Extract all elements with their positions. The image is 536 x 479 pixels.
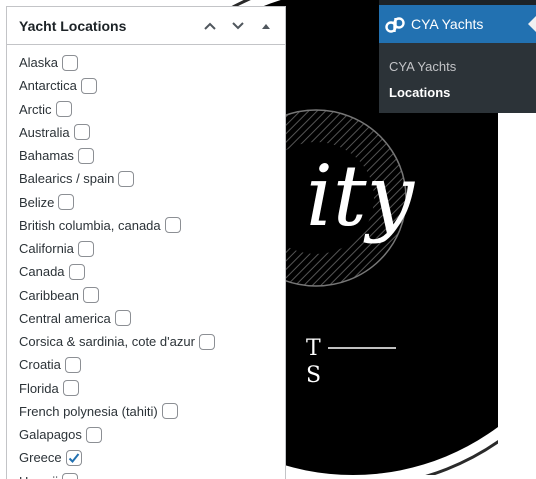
location-checkbox[interactable] — [55, 101, 72, 118]
location-label[interactable]: French polynesia (tahiti) — [19, 404, 158, 419]
chevron-down-icon — [232, 22, 244, 30]
location-checkbox[interactable] — [62, 380, 79, 397]
yacht-locations-metabox: Yacht Locations Alaska Antarctica Arctic Au… — [6, 6, 286, 479]
location-label[interactable]: Hawaii — [19, 474, 58, 479]
location-item: Bahamas — [19, 144, 285, 167]
logo-script-text: ity — [306, 147, 416, 245]
location-item: California — [19, 237, 285, 260]
location-item: Antarctica — [19, 74, 285, 97]
location-item: Canada — [19, 260, 285, 283]
location-label[interactable]: Galapagos — [19, 427, 82, 442]
location-label[interactable]: Australia — [19, 125, 70, 140]
metabox-header: Yacht Locations — [7, 7, 285, 45]
location-label[interactable]: Canada — [19, 264, 65, 279]
location-checkbox[interactable] — [118, 170, 135, 187]
location-checkbox[interactable] — [64, 356, 81, 373]
location-label[interactable]: Corsica & sardinia, cote d'azur — [19, 334, 195, 349]
location-label[interactable]: Florida — [19, 381, 59, 396]
location-item: Arctic — [19, 98, 285, 121]
location-checkbox[interactable] — [65, 449, 82, 466]
toggle-panel-button[interactable] — [253, 13, 279, 39]
location-checkbox[interactable] — [68, 263, 85, 280]
admin-submenu: CYA Yachts Locations — [379, 43, 536, 105]
admin-flyout-menu: CYA Yachts CYA Yachts Locations — [379, 5, 536, 113]
location-label[interactable]: Central america — [19, 311, 111, 326]
location-checkbox[interactable] — [77, 147, 94, 164]
location-label[interactable]: Belize — [19, 195, 54, 210]
location-label[interactable]: Alaska — [19, 55, 58, 70]
location-item: Hawaii — [19, 470, 285, 479]
location-item: Central america — [19, 307, 285, 330]
admin-menu-title: CYA Yachts — [411, 16, 484, 32]
metabox-header-controls — [197, 13, 279, 39]
location-checkbox[interactable] — [62, 473, 79, 479]
location-item: British columbia, canada — [19, 214, 285, 237]
submenu-item-cya-yachts[interactable]: CYA Yachts — [379, 53, 536, 79]
location-checkbox[interactable] — [114, 310, 131, 327]
logo-caption-text: T — [306, 336, 321, 361]
current-menu-arrow — [528, 16, 536, 32]
location-item: Australia — [19, 121, 285, 144]
move-down-button[interactable] — [225, 13, 251, 39]
location-checkbox[interactable] — [77, 240, 94, 257]
metabox-title: Yacht Locations — [19, 17, 127, 34]
location-label[interactable]: Greece — [19, 450, 62, 465]
location-item: Corsica & sardinia, cote d'azur — [19, 330, 285, 353]
location-checkbox[interactable] — [73, 124, 90, 141]
location-checkbox[interactable] — [83, 287, 99, 304]
location-checkbox[interactable] — [80, 77, 97, 94]
location-checkbox[interactable] — [85, 426, 102, 443]
submenu-item-locations[interactable]: Locations — [379, 79, 536, 105]
chevron-up-icon — [204, 22, 216, 30]
logo-caption-text-2: S — [306, 363, 321, 388]
location-label[interactable]: British columbia, canada — [19, 218, 161, 233]
location-item: Florida — [19, 377, 285, 400]
caret-up-icon — [262, 24, 270, 29]
location-checkbox[interactable] — [58, 194, 75, 211]
location-label[interactable]: Caribbean — [19, 288, 79, 303]
location-label[interactable]: Bahamas — [19, 148, 74, 163]
location-item: Galapagos — [19, 423, 285, 446]
location-label[interactable]: Arctic — [19, 102, 52, 117]
admin-menu-cya-yachts[interactable]: CYA Yachts — [379, 5, 536, 43]
location-item: Alaska — [19, 51, 285, 74]
location-label[interactable]: California — [19, 241, 74, 256]
location-label[interactable]: Balearics / spain — [19, 171, 114, 186]
location-item: French polynesia (tahiti) — [19, 400, 285, 423]
location-item: Belize — [19, 191, 285, 214]
location-checkbox[interactable] — [161, 403, 178, 420]
location-item: Balearics / spain — [19, 167, 285, 190]
location-item: Caribbean — [19, 284, 285, 307]
location-checkbox[interactable] — [198, 333, 215, 350]
location-label[interactable]: Croatia — [19, 357, 61, 372]
move-up-button[interactable] — [197, 13, 223, 39]
checkmark-icon — [68, 453, 79, 463]
cya-logo-icon — [385, 17, 405, 33]
location-item: Greece — [19, 446, 285, 469]
location-item: Croatia — [19, 353, 285, 376]
location-checkbox[interactable] — [164, 217, 181, 234]
locations-checklist: Alaska Antarctica Arctic Australia Bahamas Ba… — [7, 45, 285, 479]
location-checkbox[interactable] — [62, 54, 79, 71]
location-label[interactable]: Antarctica — [19, 78, 77, 93]
